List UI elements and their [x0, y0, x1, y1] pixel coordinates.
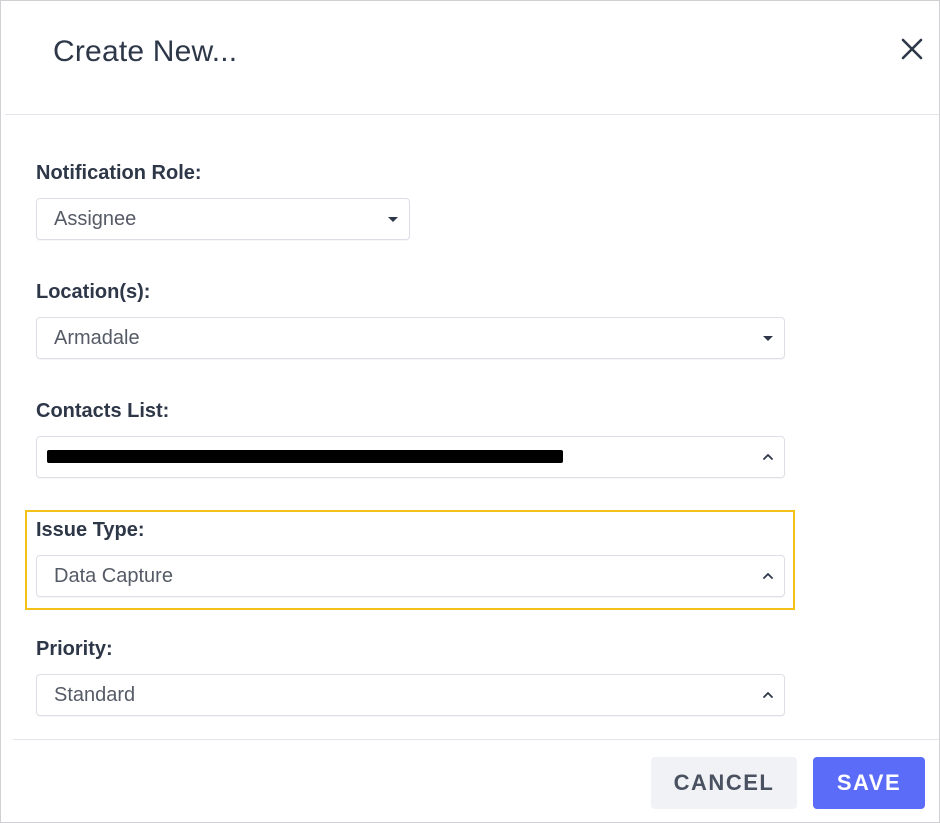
- contacts-list-label: Contacts List:: [36, 400, 170, 422]
- notification-role-value: Assignee: [54, 208, 137, 230]
- redacted-contact-value: [47, 450, 563, 463]
- contacts-list-select[interactable]: [36, 436, 785, 478]
- issue-type-label: Issue Type:: [36, 519, 145, 541]
- priority-label: Priority:: [36, 638, 113, 660]
- caret-down-icon: [388, 217, 398, 222]
- header-divider: [5, 114, 939, 115]
- close-icon: [901, 38, 923, 60]
- notification-role-label: Notification Role:: [36, 162, 202, 184]
- issue-type-select[interactable]: Data Capture: [36, 555, 785, 597]
- close-button[interactable]: [897, 35, 927, 65]
- save-button[interactable]: SAVE: [813, 757, 925, 809]
- footer-divider: [13, 739, 939, 740]
- notification-role-select[interactable]: Assignee: [36, 198, 410, 240]
- locations-label: Location(s):: [36, 281, 151, 303]
- locations-value: Armadale: [54, 327, 140, 349]
- dialog-title: Create New...: [53, 35, 238, 68]
- locations-select[interactable]: Armadale: [36, 317, 785, 359]
- priority-value: Standard: [54, 684, 136, 706]
- chevron-up-icon: [763, 454, 773, 460]
- chevron-up-icon: [763, 573, 773, 579]
- create-new-dialog: Create New... Notification Role: Assigne…: [0, 0, 940, 823]
- cancel-button[interactable]: CANCEL: [651, 757, 797, 809]
- issue-type-value: Data Capture: [54, 565, 173, 587]
- chevron-up-icon: [763, 692, 773, 698]
- priority-select[interactable]: Standard: [36, 674, 785, 716]
- caret-down-icon: [763, 336, 773, 341]
